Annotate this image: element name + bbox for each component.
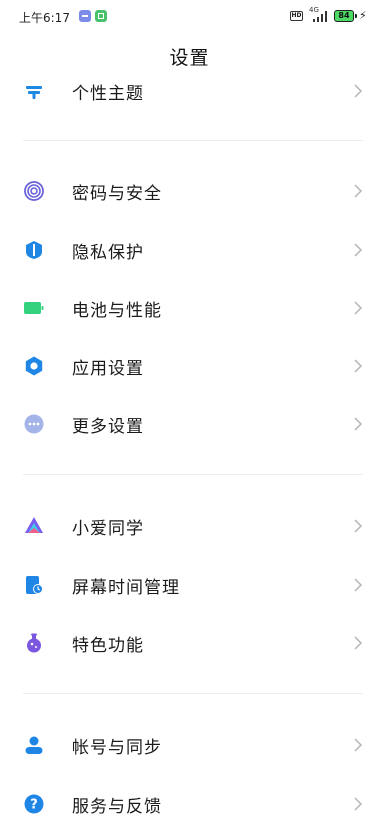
- settings-item-password-security[interactable]: 密码与安全: [0, 166, 379, 216]
- header-mask: [0, 76, 379, 84]
- more-dots-icon: [24, 414, 44, 434]
- chevron-right-icon: [354, 797, 363, 811]
- battery-icon: [24, 302, 44, 314]
- battery-icon: 84: [334, 10, 354, 22]
- privacy-shield-icon: [26, 241, 42, 259]
- charging-bolt-icon: ⚡: [359, 9, 367, 22]
- settings-item-label: 特色功能: [72, 636, 144, 656]
- notification-message-icon: [95, 10, 107, 22]
- settings-item-label: 帐号与同步: [72, 738, 162, 758]
- settings-item-label: 服务与反馈: [72, 797, 162, 817]
- battery-level: 84: [338, 11, 350, 20]
- settings-item-label: 屏幕时间管理: [72, 578, 180, 598]
- notification-app-icon: [79, 10, 91, 22]
- status-time: 上午6:17: [19, 11, 70, 25]
- settings-item-account-sync[interactable]: 帐号与同步: [0, 720, 379, 770]
- settings-item-battery-performance[interactable]: 电池与性能: [0, 283, 379, 333]
- settings-item-app-settings[interactable]: 应用设置: [0, 341, 379, 391]
- special-features-flask-icon: [27, 633, 41, 653]
- settings-item-theme[interactable]: 个性主题: [0, 66, 379, 116]
- theme-icon: [26, 86, 42, 99]
- chevron-right-icon: [354, 84, 363, 98]
- settings-item-more-settings[interactable]: 更多设置: [0, 399, 379, 449]
- settings-item-label: 应用设置: [72, 359, 144, 379]
- xiaoai-icon: [25, 517, 43, 533]
- chevron-right-icon: [354, 578, 363, 592]
- section-divider: [23, 474, 363, 475]
- chevron-right-icon: [354, 417, 363, 431]
- settings-item-label: 小爱同学: [72, 519, 144, 539]
- settings-item-privacy[interactable]: 隐私保护: [0, 225, 379, 275]
- account-icon: [25, 736, 43, 754]
- chevron-right-icon: [354, 359, 363, 373]
- help-feedback-icon: ?: [24, 794, 44, 814]
- settings-item-label: 电池与性能: [72, 301, 162, 321]
- battery-cap: [355, 14, 357, 18]
- settings-item-xiaoai[interactable]: 小爱同学: [0, 501, 379, 551]
- chevron-right-icon: [354, 636, 363, 650]
- settings-item-service-feedback[interactable]: ? 服务与反馈: [0, 779, 379, 829]
- settings-item-label: 隐私保护: [72, 243, 144, 263]
- app-settings-gear-icon: [25, 356, 43, 376]
- chevron-right-icon: [354, 301, 363, 315]
- chevron-right-icon: [354, 738, 363, 752]
- settings-item-screen-time[interactable]: 屏幕时间管理: [0, 560, 379, 610]
- fingerprint-icon: [24, 181, 44, 201]
- settings-item-label: 更多设置: [72, 417, 144, 437]
- section-divider: [23, 140, 363, 141]
- chevron-right-icon: [354, 519, 363, 533]
- hd-volte-icon: HD: [290, 11, 303, 21]
- screen-time-icon: [26, 576, 43, 594]
- signal-strength-icon: [313, 11, 329, 22]
- settings-item-label: 密码与安全: [72, 184, 162, 204]
- section-divider: [23, 693, 363, 694]
- chevron-right-icon: [354, 243, 363, 257]
- svg-text:?: ?: [30, 798, 38, 813]
- settings-item-special-features[interactable]: 特色功能: [0, 618, 379, 668]
- status-bar: 上午6:17 HD 4G 84 ⚡: [0, 0, 379, 34]
- chevron-right-icon: [354, 184, 363, 198]
